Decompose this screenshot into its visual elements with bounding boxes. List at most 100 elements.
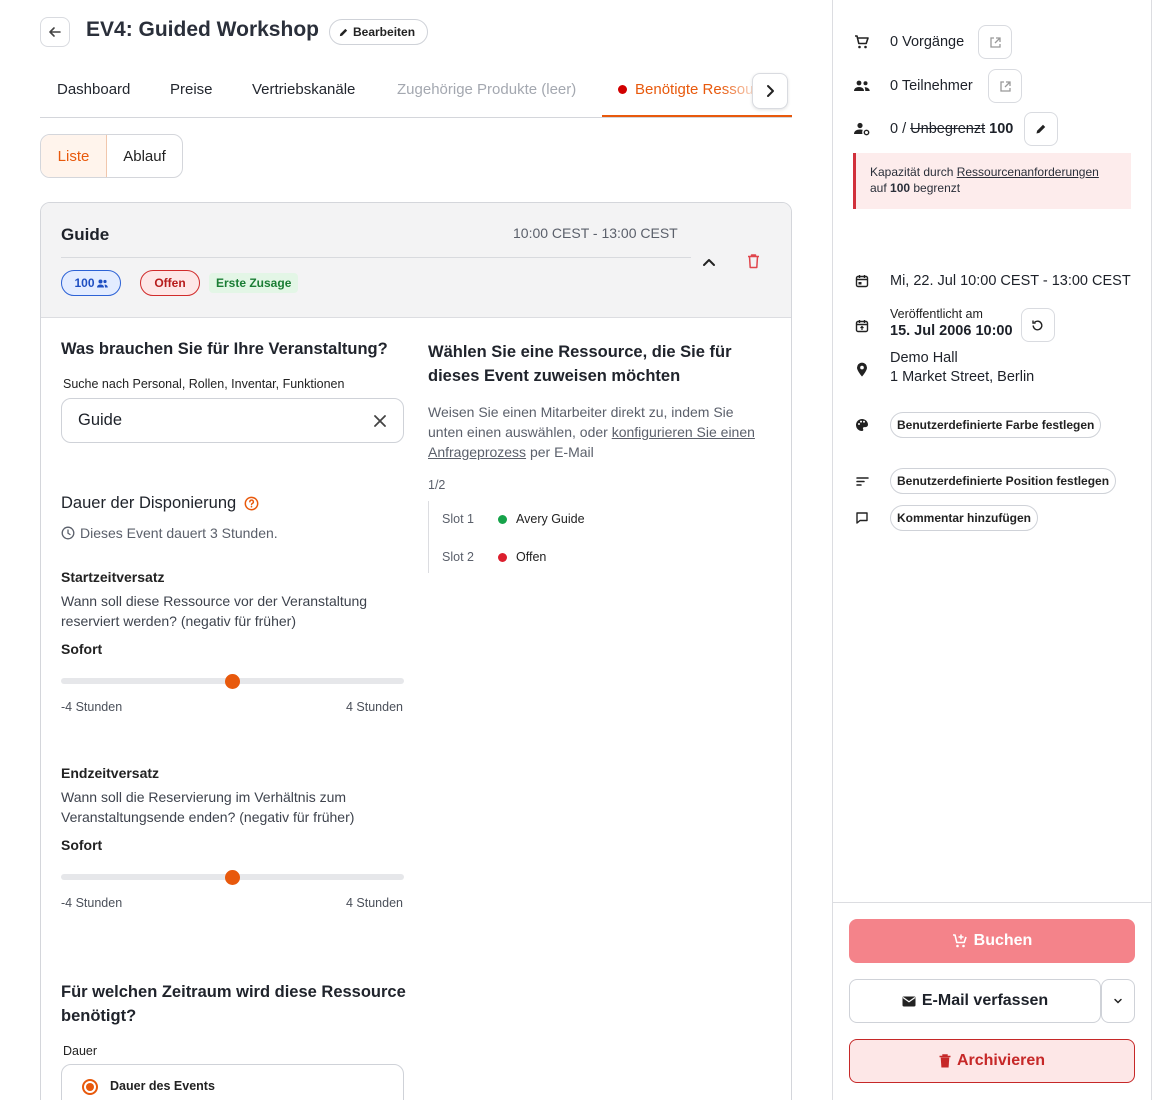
- external-link-icon: [999, 80, 1012, 93]
- arrow-left-icon: [47, 24, 63, 40]
- resource-name: Guide: [61, 225, 110, 244]
- period-option-event-duration[interactable]: Dauer des Events: [61, 1064, 404, 1100]
- republish-button[interactable]: [1020, 308, 1055, 342]
- slot-value: Avery Guide: [516, 512, 585, 526]
- end-offset-value: Sofort: [61, 837, 103, 853]
- set-color-button[interactable]: Benutzerdefinierte Farbe festlegen: [890, 412, 1102, 438]
- view-list-button[interactable]: Liste: [41, 135, 107, 177]
- search-value: Guide: [78, 411, 123, 429]
- help-icon[interactable]: [244, 496, 259, 511]
- start-offset-title: Startzeitversatz: [61, 569, 165, 585]
- resource-card: Guide 10:00 CEST - 13:00 CEST 100 Offen …: [40, 202, 792, 1100]
- tab-bar: Dashboard Preise Vertriebskanäle Zugehör…: [40, 64, 792, 118]
- duration-note-text: Dieses Event dauert 3 Stunden.: [80, 525, 278, 541]
- capacity-row: 0 / Unbegrenzt 100: [853, 112, 1059, 146]
- location-pin-icon: [853, 360, 871, 378]
- active-tab-indicator: [602, 115, 792, 117]
- refresh-icon: [1031, 319, 1044, 332]
- divider: [833, 902, 1151, 903]
- published-value: 15. Jul 2006 10:00: [890, 323, 1013, 339]
- slot-list: Slot 1 Avery Guide Slot 2 Offen: [428, 501, 628, 573]
- people-icon: [853, 77, 871, 95]
- duration-heading: Dauer der Disponierung: [61, 494, 259, 513]
- venue-name: Demo Hall: [890, 350, 958, 366]
- alert-text-post: begrenzt: [910, 181, 961, 195]
- period-label: Dauer: [63, 1044, 98, 1058]
- status-dot-icon: [498, 514, 507, 524]
- external-link-icon: [989, 36, 1002, 49]
- pencil-icon: [1035, 123, 1047, 135]
- end-offset-min-label: -4 Stunden: [61, 896, 123, 910]
- pencil-icon: [338, 27, 349, 38]
- tab-scroll-next-button[interactable]: [752, 73, 788, 109]
- participants-row: 0 Teilnehmer: [853, 69, 1022, 103]
- venue-row: Demo Hall 1 Market Street, Berlin: [853, 350, 1034, 385]
- position-row: Benutzerdefinierte Position festlegen: [853, 468, 1117, 494]
- clear-icon[interactable]: [373, 414, 387, 428]
- open-participants-button[interactable]: [988, 69, 1022, 103]
- page-title: EV4: Guided Workshop: [86, 18, 319, 41]
- capacity-alert: Kapazität durch Ressourcenanforderungen …: [853, 153, 1131, 209]
- book-button-label: Buchen: [973, 932, 1033, 949]
- orders-row: 0 Vorgänge: [853, 25, 1012, 59]
- edit-button[interactable]: Bearbeiten: [329, 19, 429, 45]
- period-option-label: Dauer des Events: [110, 1079, 215, 1093]
- back-button[interactable]: [40, 17, 70, 47]
- end-offset-description: Wann soll die Reservierung im Verhältnis…: [61, 789, 355, 825]
- resource-requirements-link[interactable]: Ressourcenanforderungen: [957, 165, 1099, 179]
- slot-item[interactable]: Slot 2 Offen: [442, 550, 546, 564]
- commitment-badge: Erste Zusage: [209, 273, 299, 293]
- resource-search-input[interactable]: Guide: [61, 398, 404, 443]
- compose-email-button[interactable]: E-Mail verfassen: [849, 979, 1101, 1023]
- alert-text-mid: auf: [870, 181, 891, 195]
- capacity-value: 100: [989, 121, 1014, 137]
- tab-prices[interactable]: Preise: [170, 81, 213, 98]
- alert-dot-icon: [618, 85, 627, 94]
- capacity-prefix: 0 /: [890, 121, 911, 137]
- edit-capacity-button[interactable]: [1024, 112, 1059, 146]
- event-sidebar: 0 Vorgänge 0 Teilnehmer 0 / Unbegrenzt 1…: [832, 0, 1152, 1100]
- capacity-struck: Unbegrenzt: [910, 121, 986, 137]
- comment-row: Kommentar hinzufügen: [853, 505, 1038, 531]
- add-comment-button[interactable]: Kommentar hinzufügen: [890, 505, 1038, 531]
- resource-time: 10:00 CEST - 13:00 CEST: [513, 225, 678, 241]
- delete-resource-button[interactable]: [741, 249, 765, 273]
- tab-sales-channels[interactable]: Vertriebskanäle: [252, 81, 355, 98]
- start-offset-slider-thumb[interactable]: [225, 674, 240, 689]
- assign-description-suffix: per E-Mail: [526, 444, 594, 460]
- resource-card-header[interactable]: Guide 10:00 CEST - 13:00 CEST 100 Offen …: [41, 203, 791, 318]
- color-row: Benutzerdefinierte Farbe festlegen: [853, 412, 1102, 438]
- tab-dashboard[interactable]: Dashboard: [57, 81, 130, 98]
- radio-button[interactable]: [82, 1079, 98, 1095]
- book-button[interactable]: Buchen: [849, 919, 1135, 963]
- set-position-button[interactable]: Benutzerdefinierte Position festlegen: [890, 468, 1117, 494]
- chevron-right-icon: [763, 84, 777, 98]
- slot-fraction: 1/2: [428, 478, 446, 492]
- participants-count: 0 Teilnehmer: [890, 78, 973, 94]
- search-label: Suche nach Personal, Rollen, Inventar, F…: [63, 377, 345, 391]
- view-toggle: Liste Ablauf: [40, 134, 183, 178]
- capacity-text: 0 / Unbegrenzt 100: [890, 121, 1013, 137]
- end-offset-slider-thumb[interactable]: [225, 870, 240, 885]
- email-options-button[interactable]: [1101, 979, 1135, 1023]
- open-orders-button[interactable]: [978, 25, 1012, 59]
- event-date: Mi, 22. Jul 10:00 CEST - 13:00 CEST: [890, 273, 1131, 289]
- alert-text-pre: Kapazität durch: [870, 165, 957, 179]
- trash-icon: [747, 253, 760, 269]
- orders-count: 0 Vorgänge: [890, 34, 965, 50]
- end-offset-title: Endzeitversatz: [61, 765, 160, 781]
- slot-label: Slot 1: [442, 512, 474, 526]
- cart-plus-icon: [952, 933, 968, 949]
- collapse-button[interactable]: [697, 250, 721, 274]
- status-dot-icon: [498, 552, 507, 562]
- envelope-icon: [902, 996, 916, 1007]
- slot-item[interactable]: Slot 1 Avery Guide: [442, 512, 585, 526]
- archive-button[interactable]: Archivieren: [849, 1039, 1135, 1083]
- status-badge: Offen: [140, 270, 200, 296]
- start-offset-value: Sofort: [61, 641, 103, 657]
- duration-heading-label: Dauer der Disponierung: [61, 494, 237, 512]
- view-flow-button[interactable]: Ablauf: [107, 135, 182, 177]
- venue-info: Demo Hall 1 Market Street, Berlin: [890, 350, 1034, 385]
- chevron-up-icon: [702, 255, 716, 269]
- tab-related-products: Zugehörige Produkte (leer): [397, 81, 577, 98]
